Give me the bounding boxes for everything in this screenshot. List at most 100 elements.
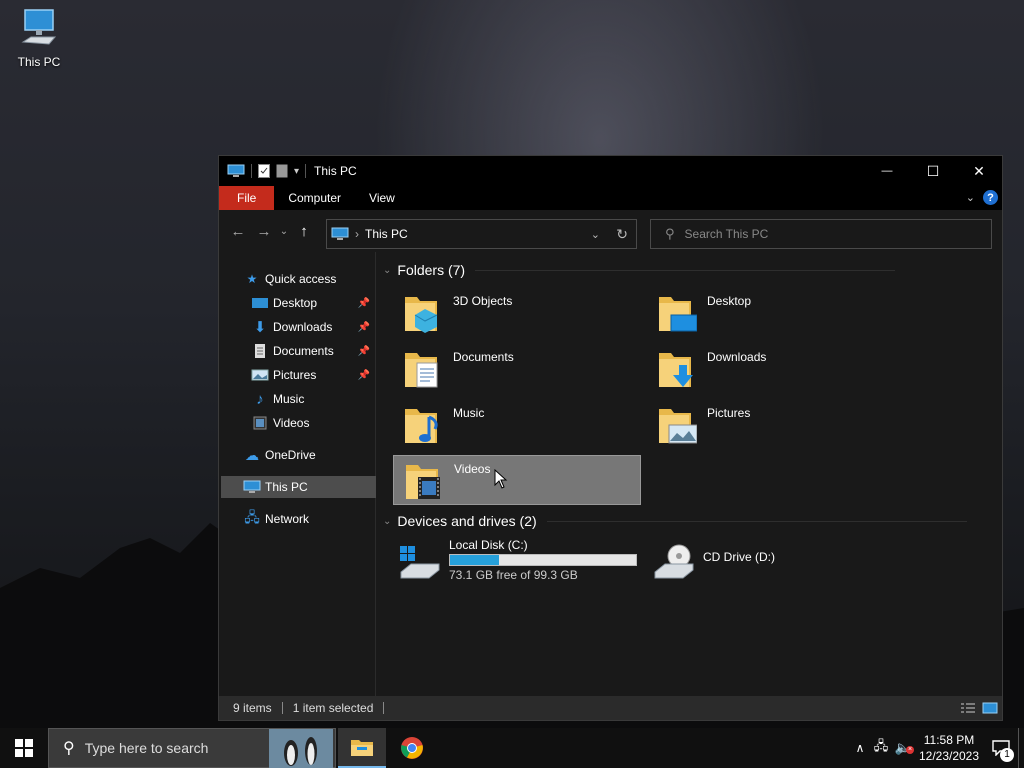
- computer-icon: [21, 9, 57, 45]
- show-hidden-icons-icon[interactable]: ∧: [850, 741, 870, 755]
- folder-name: Pictures: [707, 406, 751, 420]
- item-count: 9 items: [233, 701, 272, 715]
- taskbar-search-input[interactable]: Type here to search: [85, 740, 209, 756]
- pin-icon: 📌: [357, 369, 370, 381]
- folder-tile-pictures[interactable]: Pictures: [647, 400, 895, 450]
- address-dropdown-icon[interactable]: ⌄: [591, 228, 600, 241]
- cloud-icon: ☁: [245, 446, 259, 463]
- content-pane: ⌄ Folders (7) 3D Objects Desktop Documen…: [377, 252, 1002, 696]
- pictures-icon: [251, 369, 269, 381]
- taskbar-chrome[interactable]: [388, 728, 436, 768]
- network-status-icon[interactable]: 🖧: [870, 737, 892, 759]
- cd-drive-icon: [651, 542, 697, 582]
- drives-group-header[interactable]: ⌄ Devices and drives (2): [383, 513, 967, 529]
- start-button[interactable]: [0, 728, 48, 768]
- sidebar-item-videos[interactable]: Videos: [219, 412, 374, 434]
- clock-time: 11:58 PM: [923, 733, 975, 747]
- folder-name: Downloads: [707, 350, 767, 364]
- status-separator: [383, 702, 385, 714]
- sidebar-item-label: Videos: [273, 416, 310, 430]
- up-button[interactable]: ↑: [291, 223, 317, 240]
- drive-tile-c[interactable]: Local Disk (C:) 73.1 GB free of 99.3 GB: [393, 538, 643, 586]
- sidebar-item-network[interactable]: 🖧 Network: [219, 508, 374, 530]
- drive-tile-d[interactable]: CD Drive (D:): [647, 538, 897, 586]
- expand-ribbon-icon[interactable]: ⌄: [966, 191, 975, 204]
- search-box[interactable]: ⚲ Search This PC: [650, 219, 992, 249]
- back-button[interactable]: ←: [225, 223, 251, 240]
- group-title: Folders (7): [397, 262, 466, 278]
- status-bar: 9 items 1 item selected: [219, 696, 1002, 720]
- computer-icon: [227, 164, 245, 177]
- system-tray: ∧ 🖧 🔈 × 11:58 PM 12/23/2023 1: [850, 728, 1024, 768]
- sidebar-item-onedrive[interactable]: ☁ OneDrive: [219, 444, 374, 466]
- volume-muted-icon[interactable]: 🔈 ×: [892, 740, 914, 756]
- recent-locations-button[interactable]: ⌄: [277, 226, 291, 237]
- sidebar-item-music[interactable]: ♪ Music: [219, 388, 374, 410]
- drive-name: Local Disk (C:): [449, 538, 528, 552]
- sidebar-item-downloads[interactable]: ⬇ Downloads 📌: [219, 316, 374, 338]
- sidebar-item-quick-access[interactable]: ★ Quick access: [219, 268, 374, 290]
- properties-icon[interactable]: [258, 164, 270, 178]
- star-icon: ★: [246, 272, 258, 286]
- folder-pictures-icon: [657, 403, 701, 447]
- folders-group-header[interactable]: ⌄ Folders (7): [383, 262, 896, 278]
- search-icon: ⚲: [665, 226, 675, 241]
- folder-tile-3d-objects[interactable]: 3D Objects: [393, 288, 641, 338]
- folder-videos-icon: [404, 459, 448, 503]
- folder-tile-videos[interactable]: Videos: [393, 455, 641, 505]
- group-title: Devices and drives (2): [397, 513, 537, 529]
- address-bar[interactable]: › This PC ⌄ ↻: [326, 219, 637, 249]
- sidebar-item-this-pc[interactable]: This PC: [221, 476, 376, 498]
- folder-tile-desktop[interactable]: Desktop: [647, 288, 895, 338]
- help-icon[interactable]: ?: [983, 190, 998, 205]
- sidebar-item-label: Music: [273, 392, 305, 406]
- folder-music-icon: [403, 403, 447, 447]
- details-view-icon[interactable]: [960, 702, 976, 714]
- sidebar-item-label: This PC: [265, 480, 308, 494]
- taskbar-search-box[interactable]: ⚲ Type here to search: [48, 728, 336, 768]
- close-button[interactable]: ✕: [956, 156, 1002, 186]
- penguins-illustration-icon: [269, 729, 333, 768]
- breadcrumb[interactable]: This PC: [365, 227, 408, 241]
- new-folder-icon[interactable]: [276, 164, 288, 178]
- folder-tile-documents[interactable]: Documents: [393, 344, 641, 394]
- title-bar[interactable]: ▾ This PC — ☐ ✕: [219, 156, 1002, 186]
- minimize-button[interactable]: —: [864, 156, 910, 186]
- breadcrumb-separator-icon: ›: [355, 227, 359, 241]
- navigation-bar: ← → ⌄ ↑ › This PC ⌄ ↻ ⚲ Search This PC: [219, 210, 1002, 252]
- sidebar-item-label: Quick access: [265, 272, 337, 286]
- folder-tile-downloads[interactable]: Downloads: [647, 344, 895, 394]
- sidebar-item-documents[interactable]: Documents 📌: [219, 340, 374, 362]
- refresh-icon[interactable]: ↻: [616, 226, 628, 243]
- sidebar-item-label: Downloads: [273, 320, 333, 334]
- tab-computer[interactable]: Computer: [274, 186, 355, 210]
- show-desktop-button[interactable]: [1018, 728, 1024, 768]
- tab-file[interactable]: File: [219, 186, 275, 210]
- music-icon: ♪: [256, 390, 264, 408]
- drive-name: CD Drive (D:): [703, 550, 775, 564]
- large-icons-view-icon[interactable]: [982, 702, 998, 714]
- search-icon: ⚲: [63, 740, 75, 757]
- taskbar-file-explorer[interactable]: [338, 728, 386, 768]
- videos-icon: [253, 416, 267, 430]
- computer-icon: [243, 480, 261, 493]
- desktop-this-pc-icon[interactable]: This PC: [12, 8, 66, 69]
- windows-logo-icon: [15, 739, 33, 757]
- maximize-button[interactable]: ☐: [910, 156, 956, 186]
- desktop-icon: [252, 298, 268, 308]
- clock-date: 12/23/2023: [918, 749, 980, 763]
- local-disk-icon: [397, 542, 443, 582]
- file-explorer-icon: [351, 740, 373, 756]
- mouse-cursor-icon: [494, 469, 508, 489]
- sidebar-item-label: Desktop: [273, 296, 318, 310]
- notification-center-button[interactable]: 1: [984, 728, 1018, 768]
- sidebar-item-pictures[interactable]: Pictures 📌: [219, 364, 374, 386]
- customize-toolbar-icon[interactable]: ▾: [294, 166, 299, 177]
- forward-button[interactable]: →: [251, 223, 277, 240]
- clock[interactable]: 11:58 PM 12/23/2023: [914, 732, 984, 764]
- sidebar-item-desktop[interactable]: Desktop 📌: [219, 292, 374, 314]
- folder-tile-music[interactable]: Music: [393, 400, 641, 450]
- status-separator: [281, 702, 283, 714]
- search-input[interactable]: Search This PC: [685, 227, 769, 241]
- tab-view[interactable]: View: [355, 186, 409, 210]
